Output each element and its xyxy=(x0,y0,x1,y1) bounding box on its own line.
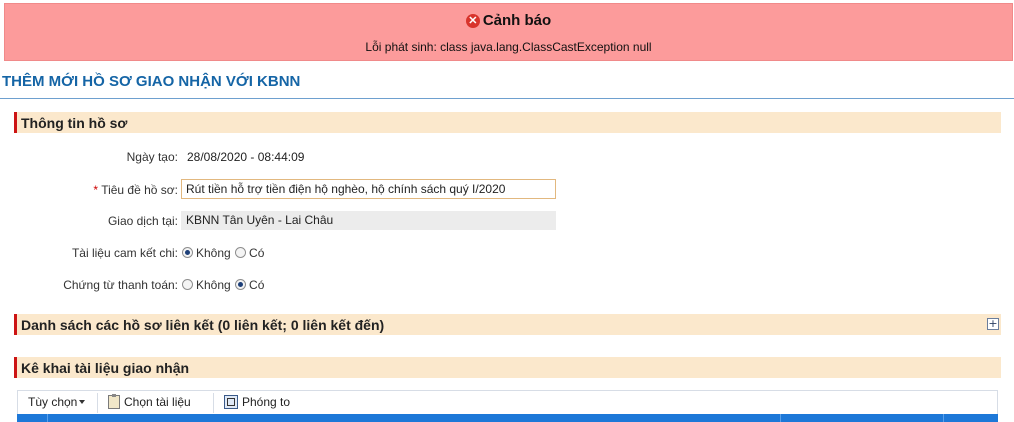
record-title-label-text: Tiêu đề hồ sơ: xyxy=(101,183,178,197)
section-record-info: Thông tin hồ sơ xyxy=(14,112,1001,133)
grid-column-divider xyxy=(780,414,781,422)
payment-voucher-option-no[interactable]: Không xyxy=(196,278,231,292)
zoom-label[interactable]: Phóng to xyxy=(242,395,290,409)
transaction-at-value: KBNN Tân Uyên - Lai Châu xyxy=(181,211,556,230)
choose-doc-label[interactable]: Chọn tài liệu xyxy=(124,395,191,409)
error-circle-icon: ✕ xyxy=(465,14,480,28)
record-title-input[interactable] xyxy=(181,179,556,199)
payment-voucher-option-yes[interactable]: Có xyxy=(249,278,264,292)
zoom-button[interactable]: Phóng to xyxy=(224,395,290,409)
section-record-info-label: Thông tin hồ sơ xyxy=(21,115,128,131)
title-divider xyxy=(0,98,1014,99)
plus-square-icon[interactable]: + xyxy=(987,318,999,330)
payment-voucher-radio-group: Không Có xyxy=(182,278,265,292)
alert-title: ✕ Cảnh báo xyxy=(5,12,1012,29)
section-declare-docs-label: Kê khai tài liệu giao nhận xyxy=(21,360,190,376)
section-linked-records[interactable]: Danh sách các hồ sơ liên kết (0 liên kết… xyxy=(14,314,1001,335)
commitment-doc-label: Tài liệu cam kết chi: xyxy=(71,246,178,260)
options-dropdown-label[interactable]: Tùy chọn xyxy=(28,395,77,409)
toolbar-separator xyxy=(213,393,214,413)
payment-voucher-label: Chứng từ thanh toán: xyxy=(63,278,178,292)
created-date-value: 28/08/2020 - 08:44:09 xyxy=(187,150,305,164)
section-declare-docs: Kê khai tài liệu giao nhận xyxy=(14,357,1001,378)
grid-column-divider xyxy=(47,414,48,422)
warning-alert: ✕ Cảnh báo Lỗi phát sinh: class java.lang… xyxy=(4,3,1013,61)
commitment-doc-radio-yes[interactable] xyxy=(235,247,247,258)
grid-column-divider xyxy=(943,414,944,422)
transaction-at-label: Giao dịch tại: xyxy=(107,214,178,228)
commitment-doc-radio-group: Không Có xyxy=(182,246,265,260)
page-title: THÊM MỚI HỒ SƠ GIAO NHẬN VỚI KBNN xyxy=(2,73,301,90)
options-dropdown[interactable]: Tùy chọn xyxy=(28,395,86,409)
commitment-doc-option-yes[interactable]: Có xyxy=(249,246,264,260)
choose-doc-button[interactable]: Chọn tài liệu xyxy=(108,394,191,409)
commitment-doc-option-no[interactable]: Không xyxy=(196,246,231,260)
document-icon xyxy=(108,394,120,409)
record-title-label: * Tiêu đề hồ sơ: xyxy=(93,183,178,197)
payment-voucher-radio-no[interactable] xyxy=(182,279,193,290)
created-date-label: Ngày tạo: xyxy=(126,150,178,164)
alert-message: Lỗi phát sinh: class java.lang.ClassCast… xyxy=(365,40,652,54)
chevron-down-icon[interactable] xyxy=(79,400,86,404)
payment-voucher-radio-yes[interactable] xyxy=(235,279,247,290)
documents-toolbar: Tùy chọn Chọn tài liệu Phóng to xyxy=(17,390,998,414)
documents-grid-header xyxy=(17,414,998,422)
toolbar-separator xyxy=(97,393,98,413)
required-mark: * xyxy=(93,183,99,197)
alert-title-text: Cảnh báo xyxy=(482,12,552,29)
section-linked-records-label[interactable]: Danh sách các hồ sơ liên kết (0 liên kết… xyxy=(21,317,384,333)
zoom-icon xyxy=(224,395,238,409)
commitment-doc-radio-no[interactable] xyxy=(182,247,193,258)
